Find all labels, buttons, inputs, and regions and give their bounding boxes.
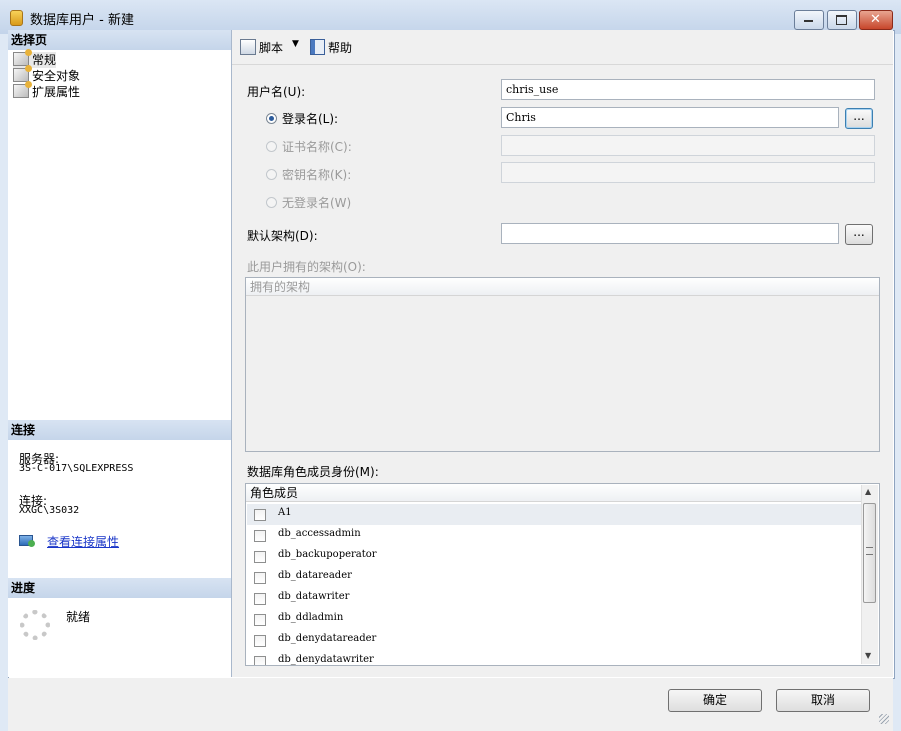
resize-grip-icon[interactable] (879, 714, 889, 724)
role-checkbox[interactable] (254, 656, 266, 665)
nav-item-label: 安全对象 (32, 69, 81, 83)
ok-button[interactable]: 确定 (668, 689, 762, 712)
role-membership-grid: 角色成员 A1 db_accessadmin db_backupoperator… (245, 483, 880, 666)
cert-name-radio[interactable] (266, 141, 277, 152)
progress-status: 就绪 (66, 610, 91, 624)
role-row[interactable]: A1 (247, 504, 862, 525)
nav-item-general[interactable]: 常规 (13, 49, 57, 68)
owned-schemas-grid: 拥有的架构 (245, 277, 880, 452)
cert-name-input[interactable] (501, 135, 875, 156)
script-button[interactable]: 脚本 (240, 39, 283, 56)
role-checkbox[interactable] (254, 593, 266, 605)
role-checkbox[interactable] (254, 614, 266, 626)
nav-item-securables[interactable]: 安全对象 (13, 65, 81, 84)
connection-header: 连接 (8, 420, 231, 440)
role-row[interactable]: db_datareader (247, 567, 862, 588)
role-name: db_datareader (278, 570, 352, 581)
view-connection-properties-link[interactable]: 查看连接属性 (47, 533, 119, 550)
server-value: 3S-C-017\SQLEXPRESS (19, 463, 134, 474)
script-label: 脚本 (259, 41, 284, 55)
page-icon (13, 81, 32, 98)
nav-item-extended-properties[interactable]: 扩展属性 (13, 81, 81, 100)
window-title: 数据库用户 - 新建 (30, 13, 134, 28)
toolbar: 脚本 ▼ 帮助 (232, 30, 893, 65)
role-list-scrollbar[interactable]: ▲ ▼ (861, 485, 878, 664)
select-page-header: 选择页 (8, 30, 231, 50)
title-bar (0, 0, 901, 34)
no-login-label: 无登录名(W) (282, 196, 352, 210)
progress-header: 进度 (8, 578, 231, 598)
key-name-radio[interactable] (266, 169, 277, 180)
cert-name-label: 证书名称(C): (282, 140, 352, 154)
owned-schemas-column-header[interactable]: 拥有的架构 (246, 278, 879, 296)
role-checkbox[interactable] (254, 635, 266, 647)
role-checkbox[interactable] (254, 572, 266, 584)
role-row[interactable]: db_denydatawriter (247, 651, 862, 665)
role-name: db_ddladmin (278, 612, 344, 623)
role-name: db_accessadmin (278, 528, 361, 539)
role-name: db_denydatawriter (278, 654, 374, 665)
role-row[interactable]: db_denydatareader (247, 630, 862, 651)
scroll-down-arrow-icon[interactable]: ▼ (865, 651, 871, 660)
login-name-label: 登录名(L): (282, 112, 339, 126)
role-row[interactable]: db_accessadmin (247, 525, 862, 546)
role-members-column-header[interactable]: 角色成员 (246, 484, 862, 502)
cancel-button[interactable]: 取消 (776, 689, 870, 712)
key-name-input[interactable] (501, 162, 875, 183)
maximize-button[interactable] (827, 10, 857, 30)
no-login-radio[interactable] (266, 197, 277, 208)
role-name: A1 (278, 507, 292, 518)
role-name: db_denydatareader (278, 633, 377, 644)
close-window-button[interactable]: ✕ (859, 10, 893, 30)
progress-spinner-icon (20, 610, 50, 640)
scroll-up-arrow-icon[interactable]: ▲ (865, 487, 871, 496)
close-icon: ✕ (870, 12, 881, 27)
role-membership-label: 数据库角色成员身份(M): (247, 465, 379, 479)
help-label: 帮助 (328, 41, 353, 55)
left-pane: 选择页 常规 安全对象 扩展属性 连接 服务器: 3S-C-017\SQLEXP… (8, 30, 232, 677)
general-page: 用户名(U): chris_use 登录名(L): Chris ... 证书名称… (232, 65, 893, 677)
dialog-footer: 确定 取消 (8, 678, 893, 731)
role-checkbox[interactable] (254, 530, 266, 542)
owned-schemas-label: 此用户拥有的架构(O): (247, 260, 366, 274)
username-input[interactable]: chris_use (501, 79, 875, 100)
default-schema-browse-button[interactable]: ... (845, 224, 873, 245)
minimize-icon (804, 20, 813, 22)
connection-value: XXGC\3S032 (19, 505, 80, 516)
login-name-radio[interactable] (266, 113, 277, 124)
login-name-input[interactable]: Chris (501, 107, 839, 128)
role-checkbox[interactable] (254, 509, 266, 521)
role-row[interactable]: db_ddladmin (247, 609, 862, 630)
maximize-icon (836, 15, 847, 25)
nav-item-label: 扩展属性 (32, 85, 81, 99)
role-name: db_backupoperator (278, 549, 377, 560)
script-icon (240, 39, 256, 55)
scroll-grip-icon (866, 547, 873, 555)
default-schema-label: 默认架构(D): (247, 229, 318, 243)
help-icon (310, 39, 325, 55)
username-label: 用户名(U): (247, 85, 306, 99)
key-name-label: 密钥名称(K): (282, 168, 352, 182)
role-checkbox[interactable] (254, 551, 266, 563)
script-dropdown-arrow-icon[interactable]: ▼ (292, 39, 299, 49)
default-schema-input[interactable] (501, 223, 839, 244)
database-icon (10, 10, 23, 26)
role-row[interactable]: db_backupoperator (247, 546, 862, 567)
help-button[interactable]: 帮助 (310, 39, 352, 56)
role-name: db_datawriter (278, 591, 350, 602)
role-row[interactable]: db_datawriter (247, 588, 862, 609)
minimize-button[interactable] (794, 10, 824, 30)
connection-properties-icon (19, 533, 37, 547)
login-name-browse-button[interactable]: ... (845, 108, 873, 129)
page-icon (13, 65, 32, 82)
page-icon (13, 49, 32, 66)
nav-item-label: 常规 (32, 53, 57, 67)
